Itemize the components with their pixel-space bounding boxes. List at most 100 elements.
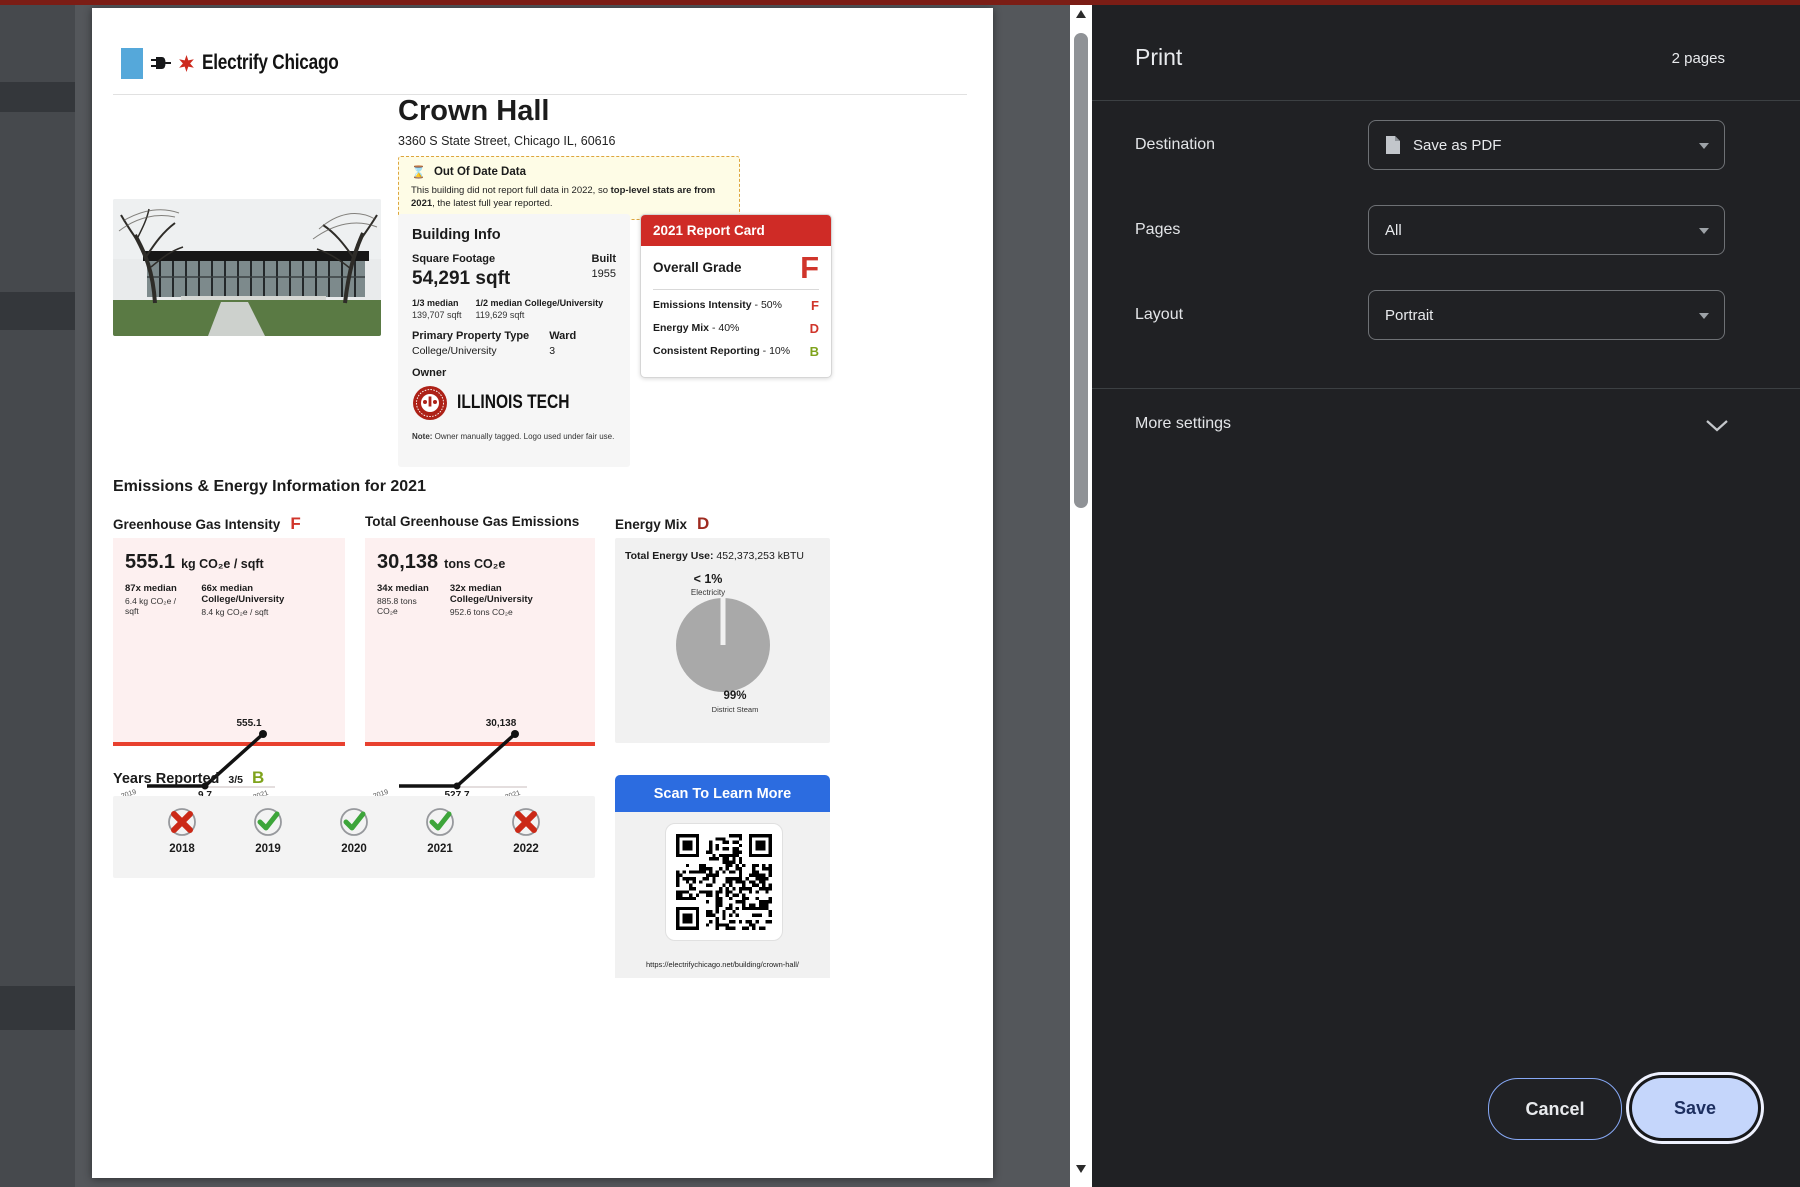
building-url: https://electrifychicago.net/building/cr…	[615, 960, 830, 969]
energy-mix-pie-chart	[676, 598, 770, 692]
total-energy-use: Total Energy Use: 452,373,253 kBTU	[625, 550, 804, 562]
median-1-label: 1/3 median	[412, 298, 462, 308]
ward-value: 3	[549, 345, 576, 357]
warning-title: Out Of Date Data	[434, 166, 526, 178]
chevron-down-icon[interactable]	[1706, 420, 1728, 432]
building-info-heading: Building Info	[412, 227, 616, 243]
out-of-date-warning: ⌛ Out Of Date Data This building did not…	[398, 156, 740, 220]
screen: Electrify Chicago Crown Hall 3360 S Stat…	[0, 0, 1800, 1187]
ghg-intensity-title: Greenhouse Gas Intensity F	[113, 514, 301, 534]
destination-label: Destination	[1135, 136, 1215, 154]
not-reported-x-icon	[174, 814, 190, 830]
illinois-tech-seal-icon	[412, 385, 448, 421]
layout-label: Layout	[1135, 306, 1183, 324]
grade-letter: D	[810, 321, 819, 336]
year-item: 2021	[423, 805, 457, 878]
qr-code	[676, 834, 772, 930]
scroll-down-arrow[interactable]	[1076, 1165, 1086, 1173]
scroll-up-arrow[interactable]	[1076, 10, 1086, 18]
built-value: 1955	[592, 268, 616, 290]
overall-grade-label: Overall Grade	[653, 260, 742, 275]
reported-check-icon	[346, 814, 363, 828]
electricity-pct: < 1%	[668, 572, 748, 586]
total-ghg-card: 30,138 tons CO₂e 34x median885.8 tons CO…	[365, 538, 595, 746]
owner-note: Note: Owner manually tagged. Logo used u…	[412, 432, 616, 441]
built-label: Built	[592, 253, 616, 265]
layout-select[interactable]: Portrait	[1368, 290, 1725, 340]
save-button[interactable]: Save	[1632, 1078, 1758, 1138]
grade-letter: F	[811, 298, 819, 313]
chicago-star-icon	[178, 55, 195, 72]
building-name: Crown Hall	[398, 96, 549, 128]
chevron-down-icon	[1699, 313, 1709, 319]
plug-icon	[150, 55, 171, 71]
not-reported-x-icon	[518, 814, 534, 830]
logo-blue-rect	[121, 48, 143, 79]
electricity-label: Electricity	[668, 588, 748, 597]
chevron-down-icon	[1699, 228, 1709, 234]
grade-letter: D	[697, 514, 709, 534]
square-footage-value: 54,291 sqft	[412, 268, 510, 290]
report-card-header: 2021 Report Card	[641, 215, 831, 246]
year-item: 2020	[337, 805, 371, 878]
background-block	[0, 986, 75, 1030]
grade-letter: F	[290, 514, 300, 534]
chevron-down-icon	[1699, 143, 1709, 149]
total-ghg-value: 30,138	[377, 551, 438, 574]
year-item: 2018	[165, 805, 199, 878]
report-card: 2021 Report Card Overall Grade F Emissio…	[640, 214, 832, 378]
energy-mix-card: Total Energy Use: 452,373,253 kBTU < 1% …	[615, 538, 830, 743]
year-item: 2019	[251, 805, 285, 878]
ghg-intensity-sparkline: 555.1 9.7 2019 2021	[113, 706, 345, 806]
building-photo	[113, 199, 381, 336]
years-reported-heading: Years Reported 3/5 B	[113, 768, 264, 788]
median-2-value: 119,629 sqft	[476, 310, 604, 320]
grade-letter: B	[252, 768, 264, 788]
property-type-label: Primary Property Type	[412, 330, 529, 342]
print-dialog-title: Print	[1135, 44, 1182, 71]
print-preview-page: Electrify Chicago Crown Hall 3360 S Stat…	[92, 8, 993, 1178]
overall-grade-value: F	[800, 254, 819, 282]
years-reported-card: 2018 2019 2020	[113, 796, 595, 878]
energy-mix-title: Energy Mix D	[615, 514, 709, 534]
district-steam-pct: 99%	[695, 690, 775, 702]
grade-letter: B	[810, 344, 819, 359]
report-card-row: Energy Mix - 40% D	[653, 321, 819, 336]
emissions-section-heading: Emissions & Energy Information for 2021	[113, 478, 426, 496]
ghg-intensity-value: 555.1	[125, 551, 175, 574]
pages-select[interactable]: All	[1368, 205, 1725, 255]
background-block	[0, 292, 75, 330]
year-item: 2022	[509, 805, 543, 878]
dialog-divider	[1092, 388, 1800, 389]
reported-check-icon	[260, 814, 277, 828]
warning-text: This building did not report full data i…	[411, 184, 727, 211]
pdf-file-icon	[1385, 135, 1401, 155]
district-steam-label: District Steam	[695, 705, 775, 714]
report-card-row: Consistent Reporting - 10% B	[653, 344, 819, 359]
print-dialog: Print 2 pages Destination Save as PDF Pa…	[1092, 0, 1800, 1187]
scrollbar-thumb[interactable]	[1074, 33, 1088, 508]
report-card-divider	[653, 289, 819, 290]
site-header-bar	[0, 0, 1800, 5]
square-footage-label: Square Footage	[412, 253, 495, 265]
destination-select[interactable]: Save as PDF	[1368, 120, 1725, 170]
total-ghg-title: Total Greenhouse Gas Emissions	[365, 514, 579, 529]
property-type-value: College/University	[412, 345, 529, 357]
owner-name: ILLINOIS TECH	[457, 392, 570, 414]
ward-label: Ward	[549, 330, 576, 342]
brand-header: Electrify Chicago	[121, 46, 368, 80]
median-2-label: 1/2 median College/University	[476, 298, 604, 308]
owner-label: Owner	[412, 367, 616, 379]
scan-to-learn-more-header: Scan To Learn More	[615, 775, 830, 812]
building-info-card: Building Info Square Footage Built 54,29…	[398, 214, 630, 467]
brand-name: Electrify Chicago	[202, 51, 338, 75]
page-count: 2 pages	[1672, 50, 1725, 67]
median-1-value: 139,707 sqft	[412, 310, 462, 320]
building-address: 3360 S State Street, Chicago IL, 60616	[398, 134, 616, 148]
preview-scrollbar[interactable]	[1070, 0, 1092, 1187]
cancel-button[interactable]: Cancel	[1488, 1078, 1622, 1140]
more-settings-toggle[interactable]: More settings	[1135, 415, 1231, 433]
pages-label: Pages	[1135, 221, 1180, 239]
total-ghg-sparkline: 30,138 527.7 2019 2021	[365, 706, 595, 806]
report-card-row: Emissions Intensity - 50% F	[653, 298, 819, 313]
